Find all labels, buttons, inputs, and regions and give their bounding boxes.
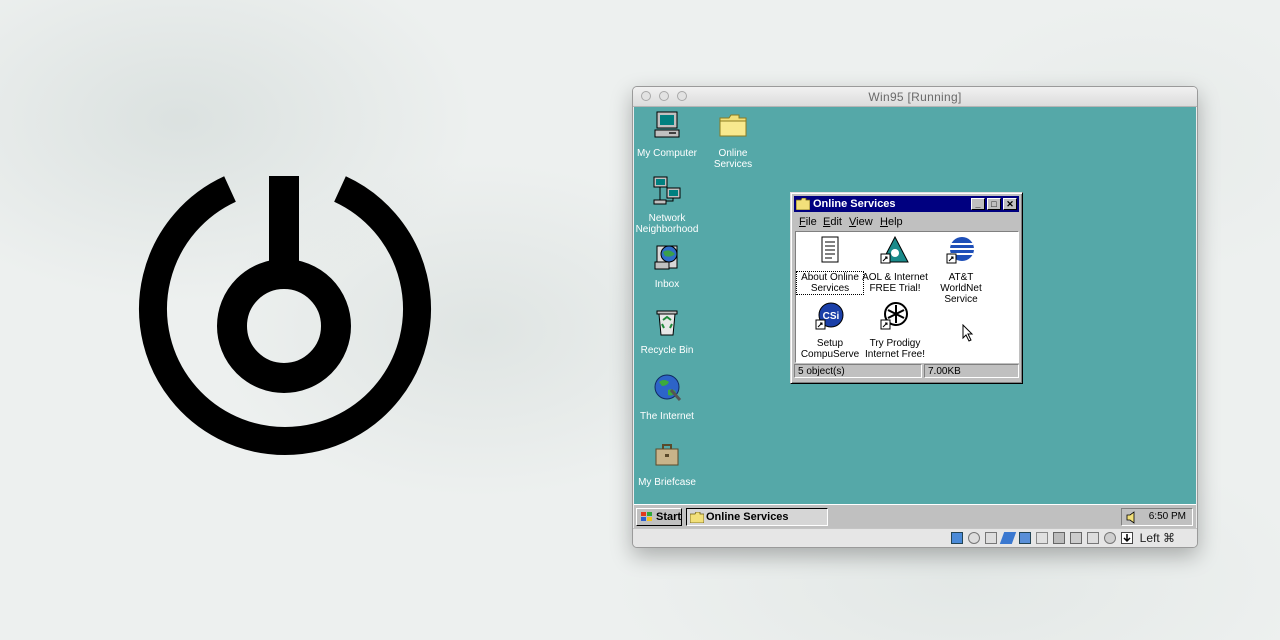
menu-file[interactable]: File bbox=[799, 216, 817, 228]
item-label: Setup bbox=[816, 338, 844, 349]
clock[interactable]: 6:50 PM bbox=[1149, 511, 1186, 522]
item-att-worldnet[interactable]: AT&T WorldNet Service bbox=[928, 235, 994, 305]
item-label: Internet Free! bbox=[864, 349, 926, 360]
desktop-icon-label: Inbox bbox=[654, 279, 680, 290]
folder-icon bbox=[690, 512, 704, 523]
desktop-icon-label: Services bbox=[713, 159, 753, 170]
folder-icon bbox=[796, 198, 810, 210]
floppy-icon[interactable] bbox=[985, 532, 997, 544]
desktop-icon-the-internet[interactable]: The Internet bbox=[634, 372, 703, 422]
item-label: FREE Trial! bbox=[869, 283, 921, 294]
start-button[interactable]: Start bbox=[636, 508, 682, 526]
vm-status-bar: Left ⌘ bbox=[633, 528, 1197, 547]
item-label: WorldNet bbox=[940, 283, 982, 294]
prodigy-icon bbox=[880, 302, 908, 330]
network-icon bbox=[653, 176, 681, 205]
system-tray: 6:50 PM bbox=[1121, 508, 1193, 526]
status-size: 7.00KB bbox=[924, 364, 1019, 378]
windows-logo-icon bbox=[641, 512, 652, 521]
menu-edit[interactable]: Edit bbox=[823, 216, 842, 228]
item-try-prodigy[interactable]: Try Prodigy Internet Free! bbox=[862, 301, 928, 360]
vm-titlebar[interactable]: Win95 [Running] bbox=[633, 87, 1197, 107]
arrow-down-icon bbox=[1123, 534, 1131, 543]
video-capture-icon[interactable] bbox=[1070, 532, 1082, 544]
desktop-icon-my-briefcase[interactable]: My Briefcase bbox=[634, 438, 703, 488]
document-icon bbox=[821, 236, 839, 263]
status-bar: 5 object(s) 7.00KB bbox=[794, 364, 1019, 379]
win95-desktop[interactable]: My Computer Online Services Network Neig… bbox=[634, 107, 1196, 528]
desktop-icon-inbox[interactable]: Inbox bbox=[634, 240, 703, 290]
att-icon bbox=[946, 237, 974, 264]
online-services-window: Online Services _ □ ✕ File Edit View Hel… bbox=[790, 192, 1023, 384]
window-titlebar[interactable]: Online Services _ □ ✕ bbox=[794, 196, 1019, 212]
item-label: AT&T bbox=[948, 272, 974, 283]
item-label: About Online bbox=[801, 272, 859, 283]
aol-icon bbox=[880, 235, 909, 264]
computer-icon bbox=[654, 111, 680, 138]
minimize-button[interactable]: _ bbox=[971, 198, 985, 210]
taskbar-button-online-services[interactable]: Online Services bbox=[686, 508, 828, 526]
item-label: CompuServe bbox=[800, 349, 860, 360]
desktop-icon-label: My Computer bbox=[636, 148, 697, 159]
item-label: Try Prodigy bbox=[869, 338, 921, 349]
menu-help[interactable]: Help bbox=[880, 216, 903, 228]
start-label: Start bbox=[656, 511, 682, 523]
item-label-selected: About Online Services bbox=[796, 271, 864, 295]
folder-content[interactable]: About Online Services AOL & Internet FRE… bbox=[795, 231, 1019, 363]
vm-title: Win95 [Running] bbox=[868, 90, 962, 104]
compuserve-icon: CSi bbox=[815, 302, 844, 330]
globe-icon bbox=[654, 374, 682, 402]
desktop-icon-my-computer[interactable]: My Computer bbox=[634, 109, 703, 159]
pen-icon[interactable] bbox=[999, 532, 1017, 544]
menu-view[interactable]: View bbox=[849, 216, 873, 228]
window-title: Online Services bbox=[813, 198, 896, 210]
item-about-online-services[interactable]: About Online Services bbox=[796, 235, 864, 295]
item-label: Service bbox=[944, 294, 978, 305]
shared-folder-icon[interactable] bbox=[1036, 532, 1048, 544]
display-icon[interactable] bbox=[1053, 532, 1065, 544]
host-key-label: Left ⌘ bbox=[1139, 531, 1175, 545]
desktop-icon-label: Neighborhood bbox=[635, 224, 699, 235]
desktop-icon-label: My Briefcase bbox=[638, 477, 696, 488]
close-button[interactable]: ✕ bbox=[1003, 198, 1017, 210]
desktop-icon-label: The Internet bbox=[640, 411, 694, 422]
optical-drive-icon[interactable] bbox=[968, 532, 980, 544]
item-label: AOL & Internet bbox=[862, 272, 928, 283]
taskbar-button-label: Online Services bbox=[706, 511, 789, 523]
network-adapter-icon[interactable] bbox=[1019, 532, 1031, 544]
folder-icon bbox=[719, 114, 747, 137]
maximize-button[interactable]: □ bbox=[987, 198, 1001, 210]
desktop-icon-online-services[interactable]: Online Services bbox=[697, 109, 769, 170]
desktop-icon-label: Online bbox=[718, 148, 748, 159]
power-logo-icon bbox=[139, 176, 431, 455]
taskbar: Start Online Services 6:50 PM bbox=[634, 504, 1196, 528]
recycle-bin-icon bbox=[656, 310, 678, 336]
item-setup-compuserve[interactable]: CSi Setup CompuServe bbox=[797, 301, 863, 360]
item-label: Services bbox=[810, 283, 850, 294]
hard-disk-icon[interactable] bbox=[951, 532, 963, 544]
mouse-pointer-icon bbox=[962, 324, 974, 342]
vm-window: Win95 [Running] My Computer Online Servi… bbox=[632, 86, 1198, 548]
usb-icon[interactable] bbox=[1087, 532, 1099, 544]
desktop-icon-label: Recycle Bin bbox=[640, 345, 694, 356]
item-aol[interactable]: AOL & Internet FREE Trial! bbox=[862, 235, 928, 294]
desktop-icon-recycle-bin[interactable]: Recycle Bin bbox=[634, 306, 703, 356]
mouse-integration-icon[interactable] bbox=[1104, 532, 1116, 544]
menu-bar: File Edit View Help bbox=[794, 214, 1019, 230]
desktop-icon-network-neighborhood[interactable]: Network Neighborhood bbox=[634, 174, 703, 235]
status-object-count: 5 object(s) bbox=[794, 364, 922, 378]
volume-icon[interactable] bbox=[1126, 511, 1138, 524]
briefcase-icon bbox=[655, 444, 679, 466]
inbox-icon bbox=[654, 245, 678, 270]
desktop-icon-label: Network bbox=[648, 213, 686, 224]
keyboard-capture-icon[interactable] bbox=[1121, 532, 1133, 544]
